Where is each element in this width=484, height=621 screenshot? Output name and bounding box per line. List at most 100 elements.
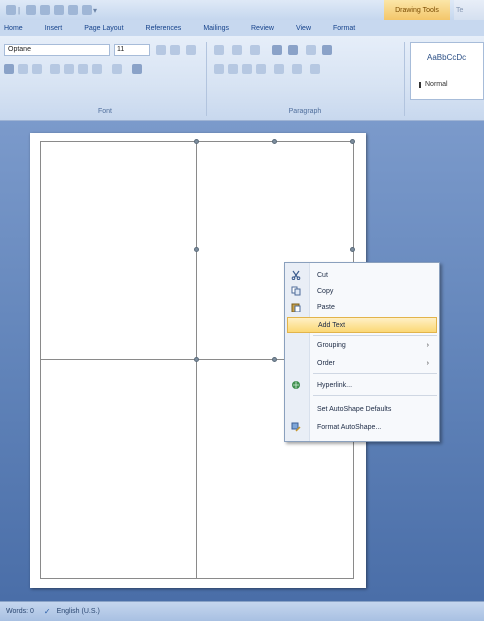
quick-styles-gallery[interactable]: AaBbCcDc Normal	[410, 42, 484, 100]
language-indicator[interactable]: English (U.S.)	[57, 608, 100, 615]
menu-separator	[313, 335, 437, 336]
strikethrough-icon[interactable]	[50, 64, 60, 74]
submenu-arrow-icon: ›	[426, 359, 429, 367]
tab-view[interactable]: View	[285, 25, 322, 32]
menu-item-paste[interactable]: Paste	[287, 299, 437, 315]
subscript-icon[interactable]	[64, 64, 74, 74]
menu-item-icon-blank	[291, 340, 301, 350]
scissors-icon	[291, 270, 301, 280]
save-icon[interactable]	[26, 5, 36, 15]
submenu-arrow-icon: ›	[426, 341, 429, 349]
menu-item-hyperlink[interactable]: Hyperlink...	[287, 377, 437, 393]
selection-handle[interactable]	[272, 357, 277, 362]
ribbon-panel: Optane 11 Font Paragraph AaBbCcDc Normal	[0, 36, 484, 121]
drawing-tools-contextual-tab[interactable]: Drawing Tools	[384, 0, 450, 20]
menu-item-label: Add Text	[318, 321, 346, 329]
copy-icon	[291, 286, 301, 296]
customize-qat-dropdown-icon[interactable]: ▾	[92, 6, 98, 15]
font-size-combo[interactable]: 11	[114, 44, 150, 56]
menu-item-grouping[interactable]: Grouping ›	[287, 337, 437, 353]
increase-indent-icon[interactable]	[288, 45, 298, 55]
office-button-icon[interactable]	[6, 5, 16, 15]
shading-icon[interactable]	[292, 64, 302, 74]
menu-item-label: Hyperlink...	[317, 381, 353, 389]
menu-item-label: Copy	[317, 287, 334, 295]
selection-handle[interactable]	[194, 247, 199, 252]
word-count[interactable]: Words: 0	[6, 608, 34, 615]
menu-item-label: Cut	[317, 271, 328, 279]
menu-item-icon-blank	[292, 320, 302, 330]
menu-item-label: Paste	[317, 303, 335, 311]
selection-handle[interactable]	[350, 247, 355, 252]
line-spacing-icon[interactable]	[274, 64, 284, 74]
sort-icon[interactable]	[306, 45, 316, 55]
highlight-icon[interactable]	[112, 64, 122, 74]
bold-icon[interactable]	[4, 64, 14, 74]
tab-format[interactable]: Format	[322, 25, 366, 32]
shrink-font-icon[interactable]	[170, 45, 180, 55]
align-left-icon[interactable]	[214, 64, 224, 74]
menu-item-format-autoshape[interactable]: Format AutoShape...	[287, 419, 437, 435]
tab-page-layout[interactable]: Page Layout	[73, 25, 134, 32]
selection-handle[interactable]	[194, 357, 199, 362]
font-color-icon[interactable]	[132, 64, 142, 74]
paste-icon	[291, 302, 301, 312]
numbering-icon[interactable]	[232, 45, 242, 55]
tab-mailings[interactable]: Mailings	[192, 25, 240, 32]
menu-item-icon-blank	[291, 358, 301, 368]
menu-separator	[313, 395, 437, 396]
italic-icon[interactable]	[18, 64, 28, 74]
shape-border-left[interactable]	[40, 141, 41, 579]
selection-handle[interactable]	[350, 139, 355, 144]
superscript-icon[interactable]	[78, 64, 88, 74]
style-name-normal[interactable]: Normal	[419, 81, 448, 88]
menu-item-set-autoshape-defaults[interactable]: Set AutoShape Defaults	[287, 401, 437, 417]
align-right-icon[interactable]	[242, 64, 252, 74]
selection-handle[interactable]	[272, 139, 277, 144]
grow-font-icon[interactable]	[156, 45, 166, 55]
menu-item-add-text[interactable]: Add Text	[287, 317, 437, 333]
bullets-icon[interactable]	[214, 45, 224, 55]
undo-icon[interactable]	[40, 5, 50, 15]
underline-icon[interactable]	[32, 64, 42, 74]
menu-separator	[313, 373, 437, 374]
status-bar: Words: 0 ✓ English (U.S.)	[0, 601, 484, 621]
group-label-paragraph: Paragraph	[288, 108, 322, 115]
group-divider	[206, 42, 207, 116]
decrease-indent-icon[interactable]	[272, 45, 282, 55]
menu-item-label: Format AutoShape...	[317, 423, 382, 431]
tab-insert[interactable]: Insert	[34, 25, 74, 32]
style-sample: AaBbCcDc	[427, 53, 467, 62]
multilevel-list-icon[interactable]	[250, 45, 260, 55]
tab-references[interactable]: References	[135, 25, 193, 32]
clear-formatting-icon[interactable]	[186, 45, 196, 55]
contextual-tab-overflow[interactable]: Te	[454, 0, 484, 20]
show-formatting-marks-icon[interactable]	[322, 45, 332, 55]
menu-item-order[interactable]: Order ›	[287, 355, 437, 371]
selection-handle[interactable]	[194, 139, 199, 144]
tab-home[interactable]: Home	[0, 25, 34, 32]
borders-icon[interactable]	[310, 64, 320, 74]
hyperlink-icon	[291, 380, 301, 390]
group-label-font: Font	[97, 108, 112, 115]
redo-icon[interactable]	[54, 5, 64, 15]
tab-review[interactable]: Review	[240, 25, 285, 32]
quick-print-icon[interactable]	[82, 5, 92, 15]
print-preview-icon[interactable]	[68, 5, 78, 15]
menu-item-label: Order	[317, 359, 335, 367]
proofing-icon[interactable]: ✓	[44, 607, 51, 616]
menu-item-copy[interactable]: Copy	[287, 283, 437, 299]
font-name-combo[interactable]: Optane	[4, 44, 110, 56]
change-case-icon[interactable]	[92, 64, 102, 74]
menu-item-label: Set AutoShape Defaults	[317, 405, 392, 413]
toolbar-separator: |	[17, 5, 21, 15]
menu-item-label: Grouping	[317, 341, 346, 349]
group-divider	[404, 42, 405, 116]
align-center-icon[interactable]	[228, 64, 238, 74]
menu-item-icon-blank	[291, 404, 301, 414]
menu-item-cut[interactable]: Cut	[287, 267, 437, 283]
justify-icon[interactable]	[256, 64, 266, 74]
format-shape-icon	[291, 422, 301, 432]
shape-border-bottom[interactable]	[40, 578, 354, 579]
context-menu: Cut Copy Paste Add Text Grouping › Order…	[284, 262, 440, 442]
